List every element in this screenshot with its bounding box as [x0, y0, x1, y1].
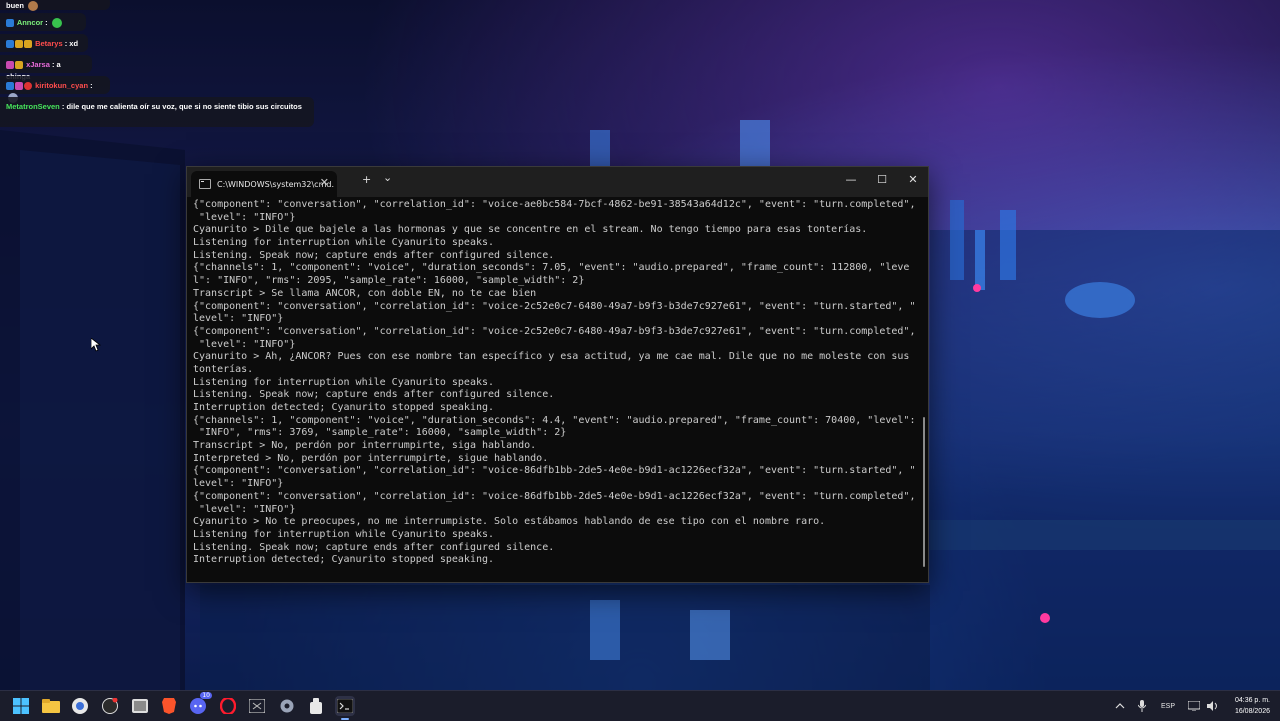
terminal-line: Cyanurito > No te preocupes, no me inter… [193, 516, 826, 528]
terminal-line: {"component": "conversation", "correlati… [193, 199, 916, 210]
cmd-window[interactable]: C:\WINDOWS\system32\cmd. ✕ + ⌄ — ☐ ✕ {"c… [186, 166, 929, 583]
terminal-line: Interpreted > No, perdón por interrumpir… [193, 452, 549, 464]
chat-text: buen [6, 1, 24, 10]
emote-icon [28, 1, 39, 12]
terminal-line: Listening. Speak now; capture ends after… [193, 389, 555, 401]
tab-title: C:\WINDOWS\system32\cmd. [217, 179, 334, 189]
chat-message: Anncor : [0, 13, 86, 31]
settings-icon[interactable] [277, 696, 297, 716]
badge-icon [24, 82, 32, 91]
brave-icon[interactable] [159, 696, 179, 716]
terminal-line: Transcript > No, perdón por interrumpirt… [193, 440, 537, 452]
terminal-line: Interruption detected; Cyanurito stopped… [193, 554, 495, 566]
chat-username[interactable]: kiritokun_cyan [35, 81, 88, 90]
terminal-line: "INFO", "rms": 3769, "sample_rate": 1600… [193, 427, 567, 439]
close-window-button[interactable]: ✕ [898, 167, 928, 193]
badge-icon [15, 40, 23, 49]
terminal-line: Listening for interruption while Cyanuri… [193, 376, 495, 388]
obs-icon[interactable] [100, 696, 120, 716]
terminal-line: Cyanurito > Dile que bajele a las hormon… [193, 224, 868, 236]
chat-message: Betarys : xd [0, 34, 88, 52]
terminal-line: l": "INFO", "rms": 2095, "sample_rate": … [193, 275, 585, 287]
badge-icon [15, 82, 23, 91]
chat-separator: : [43, 18, 50, 27]
terminal-icon[interactable] [335, 696, 355, 720]
terminal-line: Listening. Speak now; capture ends after… [193, 541, 555, 553]
terminal-line: tonterías. [193, 363, 254, 375]
chat-username[interactable]: Betarys [35, 39, 63, 48]
terminal-line: Listening. Speak now; capture ends after… [193, 249, 555, 261]
terminal-icon [199, 179, 211, 189]
tab-cmd[interactable]: C:\WINDOWS\system32\cmd. ✕ [191, 171, 337, 197]
scrollbar[interactable] [923, 417, 925, 567]
chat-message: kiritokun_cyan : [0, 76, 110, 104]
terminal-line: "level": "INFO"} [193, 503, 296, 515]
title-bar[interactable]: C:\WINDOWS\system32\cmd. ✕ + ⌄ — ☐ ✕ [187, 167, 928, 197]
volume-icon[interactable] [1207, 691, 1219, 721]
terminal-line: {"channels": 1, "component": "voice", "d… [193, 414, 916, 426]
date: 16/08/2026 [1234, 708, 1270, 715]
terminal-line: {"channels": 1, "component": "voice", "d… [193, 262, 910, 274]
language-label: ESP [1161, 702, 1176, 710]
time: 04:36 p. m. [1234, 697, 1270, 704]
terminal-line: "level": "INFO"} [193, 338, 296, 350]
new-tab-button[interactable]: + [362, 173, 371, 186]
badge-icon [6, 40, 14, 49]
language-indicator[interactable]: ESP [1161, 691, 1175, 721]
terminal-line: {"component": "conversation", "correlati… [193, 465, 916, 477]
terminal-line: Listening for interruption while Cyanuri… [193, 528, 495, 540]
badge-icon [6, 19, 14, 28]
terminal-line: level": "INFO"} [193, 313, 284, 325]
badge-icon [15, 61, 23, 70]
xbox-icon[interactable] [247, 696, 267, 716]
badge-icon [6, 61, 14, 70]
taskbar: 10 ESP 04:36 p. m. 16/08/2026 [0, 690, 1280, 721]
app-icon[interactable] [306, 696, 326, 716]
mouse-cursor-icon [91, 338, 101, 352]
tab-dropdown-button[interactable]: ⌄ [383, 171, 392, 184]
clock[interactable]: 04:36 p. m. 16/08/2026 [1235, 695, 1270, 717]
chat-message: xJarsa : a chinga [0, 55, 92, 81]
chat-message: MetatronSeven : dile que me calienta oír… [0, 97, 314, 127]
emote-icon [51, 18, 62, 29]
opera-icon[interactable] [218, 696, 238, 716]
terminal-line: {"component": "conversation", "correlati… [193, 490, 916, 502]
maximize-button[interactable]: ☐ [867, 167, 897, 193]
chat-username[interactable]: MetatronSeven [6, 102, 60, 111]
chat-username[interactable]: xJarsa [26, 60, 50, 69]
terminal-line: {"component": "conversation", "correlati… [193, 300, 916, 312]
terminal-output[interactable]: {"component": "conversation", "correlati… [193, 199, 918, 578]
chat-separator: : [88, 81, 93, 90]
chat-message: buen [0, 0, 110, 12]
badge-icon [24, 40, 32, 49]
terminal-line: Transcript > Se llama ANCOR, con doble E… [193, 287, 537, 299]
chat-text: dile que me calienta oír su voz, que si … [66, 102, 302, 111]
microphone-icon[interactable] [1138, 691, 1146, 721]
terminal-line: "level": "INFO"} [193, 211, 296, 223]
show-hidden-icons[interactable] [1115, 691, 1125, 721]
chat-separator: : [49, 60, 57, 69]
minimize-button[interactable]: — [836, 167, 866, 193]
terminal-line: Cyanurito > Ah, ¿ANCOR? Pues con ese nom… [193, 351, 910, 363]
photos-icon[interactable] [130, 696, 150, 716]
start-icon[interactable] [11, 696, 31, 716]
file-explorer-icon[interactable] [41, 696, 61, 716]
terminal-line: Interruption detected; Cyanurito stopped… [193, 402, 495, 413]
discord-icon[interactable]: 10 [188, 692, 212, 716]
network-icon[interactable] [1188, 691, 1200, 721]
chrome-icon[interactable] [70, 696, 90, 716]
chat-text: xd [69, 39, 79, 48]
terminal-line: level": "INFO"} [193, 478, 284, 490]
chat-username[interactable]: Anncor [17, 18, 43, 27]
badge-icon [6, 82, 14, 91]
terminal-line: {"component": "conversation", "correlati… [193, 325, 916, 337]
close-tab-icon[interactable]: ✕ [320, 176, 329, 189]
terminal-line: Listening for interruption while Cyanuri… [193, 237, 495, 249]
notification-badge: 10 [200, 692, 212, 699]
